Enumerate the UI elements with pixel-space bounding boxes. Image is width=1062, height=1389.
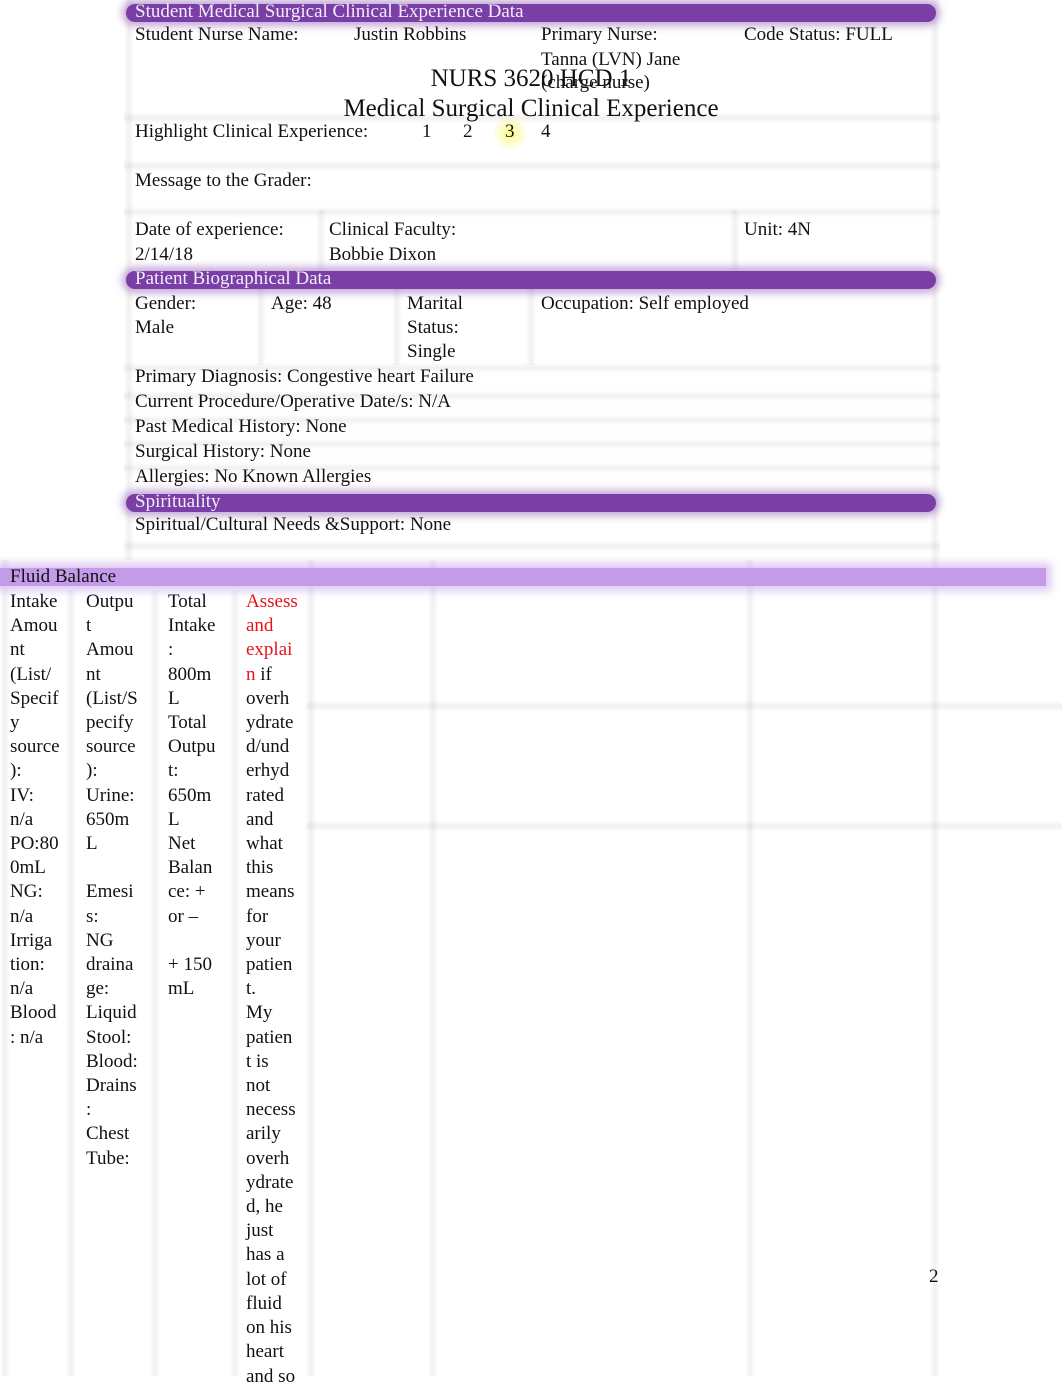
grid-line [230,590,240,1376]
grid-line [66,590,76,1376]
primary-nurse-value-line2: (charge nurse) [541,72,650,93]
grid-line [306,700,1062,712]
date-of-experience-label: Date of experience: [135,219,284,240]
gender-label: Gender: [135,293,197,314]
code-status: Code Status: FULL [744,24,893,45]
section-band-fluid-balance [0,568,1046,586]
grid-line [124,540,940,552]
spiritual-cultural-needs: Spiritual/Cultural Needs &Support: None [135,514,452,535]
grid-line [392,285,402,365]
section-band-spirituality [126,494,936,512]
output-amount-column: Outpu t Amou nt (List/S pecify source ):… [86,591,138,1169]
grid-line [730,210,740,270]
grid-line [306,820,1062,832]
current-procedure: Current Procedure/Operative Date/s: N/A [135,391,452,412]
grid-line [428,560,438,1376]
highlight-clinical-experience-label: Highlight Clinical Experience: [135,121,369,142]
occupation: Occupation: Self employed [541,293,749,314]
clinical-faculty-value: Bobbie Dixon [329,244,437,265]
marital-status-label-line2: Status: [407,317,459,338]
experience-option-2[interactable]: 2 [463,120,473,144]
grid-line [745,560,755,1376]
grid-line [316,210,326,270]
date-of-experience-value: 2/14/18 [135,244,194,265]
totals-net-balance-column: Total Intake : 800m L Total Outpu t: 650… [168,591,216,1000]
grid-line [526,285,536,365]
assessment-column: Assess and explai n if overh ydrate d/un… [246,590,298,1389]
allergies: Allergies: No Known Allergies [135,466,372,487]
section-title-student-data: Student Medical Surgical Clinical Experi… [135,1,524,22]
assessment-answer: if overh ydrate d/und erhyd rated and wh… [246,663,296,1387]
unit: Unit: 4N [744,219,812,240]
message-to-grader-label: Message to the Grader: [135,170,312,191]
course-title: NURS 3620 HCD 1 [430,65,632,92]
primary-diagnosis: Primary Diagnosis: Congestive heart Fail… [135,366,474,387]
experience-option-4[interactable]: 4 [541,120,551,144]
marital-status-label-line1: Marital [407,293,463,314]
section-title-spirituality: Spirituality [135,491,221,512]
marital-status-value: Single [407,341,456,362]
student-nurse-label: Student Nurse Name: [135,24,299,45]
experience-option-1[interactable]: 1 [422,120,432,144]
past-medical-history: Past Medical History: None [135,416,347,437]
gender-value: Male [135,317,175,338]
grid-line [306,560,316,1376]
grid-line [0,560,10,1376]
section-title-biographical: Patient Biographical Data [135,268,332,289]
grid-line [124,206,940,218]
clinical-faculty-label: Clinical Faculty: [329,219,457,240]
intake-amount-column: Intake Amou nt (List/ Specif y source ):… [10,591,60,1048]
age: Age: 48 [271,293,332,314]
experience-option-3[interactable]: 3 [505,120,515,144]
primary-nurse-label: Primary Nurse: [541,24,658,45]
grid-line [256,285,266,365]
page-number: 2 [929,1266,939,1287]
student-nurse-value: Justin Robbins [354,24,467,45]
surgical-history: Surgical History: None [135,441,311,462]
grid-line [150,590,160,1376]
section-title-fluid-balance: Fluid Balance [10,566,117,587]
